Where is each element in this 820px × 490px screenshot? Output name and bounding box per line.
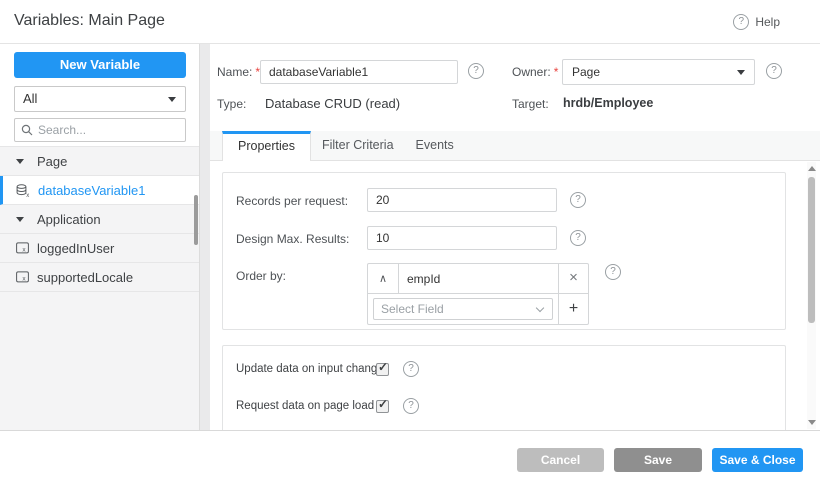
update-data-on-input-change-checkbox[interactable]: ✓ bbox=[376, 363, 389, 376]
save-and-close-button[interactable]: Save & Close bbox=[712, 448, 803, 472]
records-per-request-input[interactable] bbox=[367, 188, 557, 212]
request-data-help-icon[interactable]: ? bbox=[403, 398, 419, 414]
variable-search[interactable] bbox=[14, 118, 186, 142]
static-variable-icon: x bbox=[16, 242, 29, 254]
design-max-results-label: Design Max. Results: bbox=[236, 232, 349, 246]
static-variable-icon: x bbox=[16, 271, 29, 283]
dialog-footer: Cancel Save Save & Close bbox=[0, 431, 820, 490]
variable-filter-value: All bbox=[23, 91, 37, 106]
content-scrollbar[interactable] bbox=[807, 162, 816, 429]
type-value: Database CRUD (read) bbox=[265, 96, 400, 111]
type-label: Type: bbox=[217, 97, 246, 111]
request-data-on-page-load-label: Request data on page load bbox=[236, 400, 372, 412]
data-settings-group: Records per request: ? Design Max. Resul… bbox=[222, 172, 786, 330]
svg-text:x: x bbox=[26, 193, 29, 197]
owner-dropdown[interactable]: Page bbox=[562, 59, 755, 85]
caret-down-icon bbox=[16, 217, 24, 222]
tree-group-application[interactable]: Application bbox=[0, 205, 199, 234]
chevron-down-icon bbox=[536, 304, 544, 312]
add-field-button[interactable]: + bbox=[558, 294, 588, 324]
help-link[interactable]: ? Help bbox=[733, 14, 780, 30]
behavior-settings-group: Update data on input change ✓ ? Request … bbox=[222, 345, 786, 430]
update-data-on-input-change-label: Update data on input change bbox=[236, 363, 372, 375]
sort-ascending-icon[interactable]: ∧ bbox=[368, 264, 399, 293]
order-by-label: Order by: bbox=[236, 269, 286, 283]
content-scrollbar-thumb[interactable] bbox=[808, 177, 815, 323]
tab-properties[interactable]: Properties bbox=[222, 131, 311, 162]
required-asterisk: * bbox=[554, 65, 559, 79]
tree-group-label: Application bbox=[37, 212, 101, 227]
check-icon: ✓ bbox=[378, 397, 388, 411]
update-data-help-icon[interactable]: ? bbox=[403, 361, 419, 377]
scroll-up-icon[interactable] bbox=[808, 166, 816, 171]
select-field-dropdown[interactable]: Select Field bbox=[373, 298, 553, 320]
name-label: Name:* bbox=[217, 65, 260, 79]
tree-group-label: Page bbox=[37, 154, 67, 169]
tree-group-page[interactable]: Page bbox=[0, 147, 199, 176]
check-icon: ✓ bbox=[378, 360, 388, 374]
tab-filter-criteria[interactable]: Filter Criteria bbox=[311, 131, 405, 160]
chevron-down-icon bbox=[737, 70, 745, 75]
tab-bar: Properties Filter Criteria Events bbox=[210, 131, 820, 161]
request-data-on-page-load-checkbox[interactable]: ✓ bbox=[376, 400, 389, 413]
search-icon bbox=[21, 124, 33, 136]
owner-value: Page bbox=[572, 65, 600, 79]
order-by-widget: ∧ empId × Select Field + bbox=[367, 263, 589, 325]
tab-events[interactable]: Events bbox=[405, 131, 465, 160]
variables-sidebar: New Variable All Page x databaseVariable… bbox=[0, 44, 200, 430]
database-variable-icon: x bbox=[16, 184, 30, 197]
chevron-down-icon bbox=[168, 97, 176, 102]
tree-item-label: supportedLocale bbox=[37, 270, 133, 285]
tree-item-supportedlocale[interactable]: x supportedLocale bbox=[0, 263, 199, 292]
name-help-icon[interactable]: ? bbox=[468, 63, 484, 79]
variable-filter-dropdown[interactable]: All bbox=[14, 86, 186, 112]
request-data-on-page-load-row: Request data on page load ✓ ? bbox=[236, 398, 419, 414]
target-label: Target: bbox=[512, 97, 549, 111]
order-by-field-value: empId bbox=[399, 264, 558, 293]
help-icon: ? bbox=[733, 14, 749, 30]
records-per-request-label: Records per request: bbox=[236, 194, 348, 208]
records-per-request-help-icon[interactable]: ? bbox=[570, 192, 586, 208]
page-title: Variables: Main Page bbox=[14, 12, 165, 30]
tree-item-loggedinuser[interactable]: x loggedInUser bbox=[0, 234, 199, 263]
owner-help-icon[interactable]: ? bbox=[766, 63, 782, 79]
remove-field-icon[interactable]: × bbox=[558, 264, 588, 293]
tree-item-label: loggedInUser bbox=[37, 241, 114, 256]
help-label: Help bbox=[755, 15, 780, 29]
caret-down-icon bbox=[16, 159, 24, 164]
select-field-cell: Select Field bbox=[368, 294, 558, 324]
sidebar-content-divider bbox=[200, 44, 210, 430]
tree-item-databasevariable1[interactable]: x databaseVariable1 bbox=[0, 176, 199, 205]
select-field-placeholder: Select Field bbox=[381, 302, 444, 316]
name-input[interactable] bbox=[260, 60, 458, 84]
target-value: hrdb/Employee bbox=[563, 96, 653, 110]
tree-item-label: databaseVariable1 bbox=[38, 183, 145, 198]
order-by-row: ∧ empId × bbox=[368, 264, 588, 294]
variable-detail-panel: Name:* ? Owner:* Page ? Type: Database C… bbox=[210, 44, 820, 430]
dialog-header: Variables: Main Page ? Help bbox=[0, 0, 820, 44]
design-max-results-help-icon[interactable]: ? bbox=[570, 230, 586, 246]
variables-tree: Page x databaseVariable1 Application x l… bbox=[0, 146, 199, 430]
update-data-on-input-change-row: Update data on input change ✓ ? bbox=[236, 361, 419, 377]
sidebar-scrollbar-thumb[interactable] bbox=[194, 195, 198, 245]
new-variable-button[interactable]: New Variable bbox=[14, 52, 186, 78]
search-input[interactable] bbox=[38, 123, 168, 137]
properties-tab-content: Records per request: ? Design Max. Resul… bbox=[210, 161, 820, 430]
cancel-button[interactable]: Cancel bbox=[517, 448, 604, 472]
order-by-help-icon[interactable]: ? bbox=[605, 264, 621, 280]
scroll-down-icon[interactable] bbox=[808, 420, 816, 425]
design-max-results-input[interactable] bbox=[367, 226, 557, 250]
order-by-add-row: Select Field + bbox=[368, 294, 588, 324]
owner-label: Owner:* bbox=[512, 65, 558, 79]
save-button[interactable]: Save bbox=[614, 448, 702, 472]
